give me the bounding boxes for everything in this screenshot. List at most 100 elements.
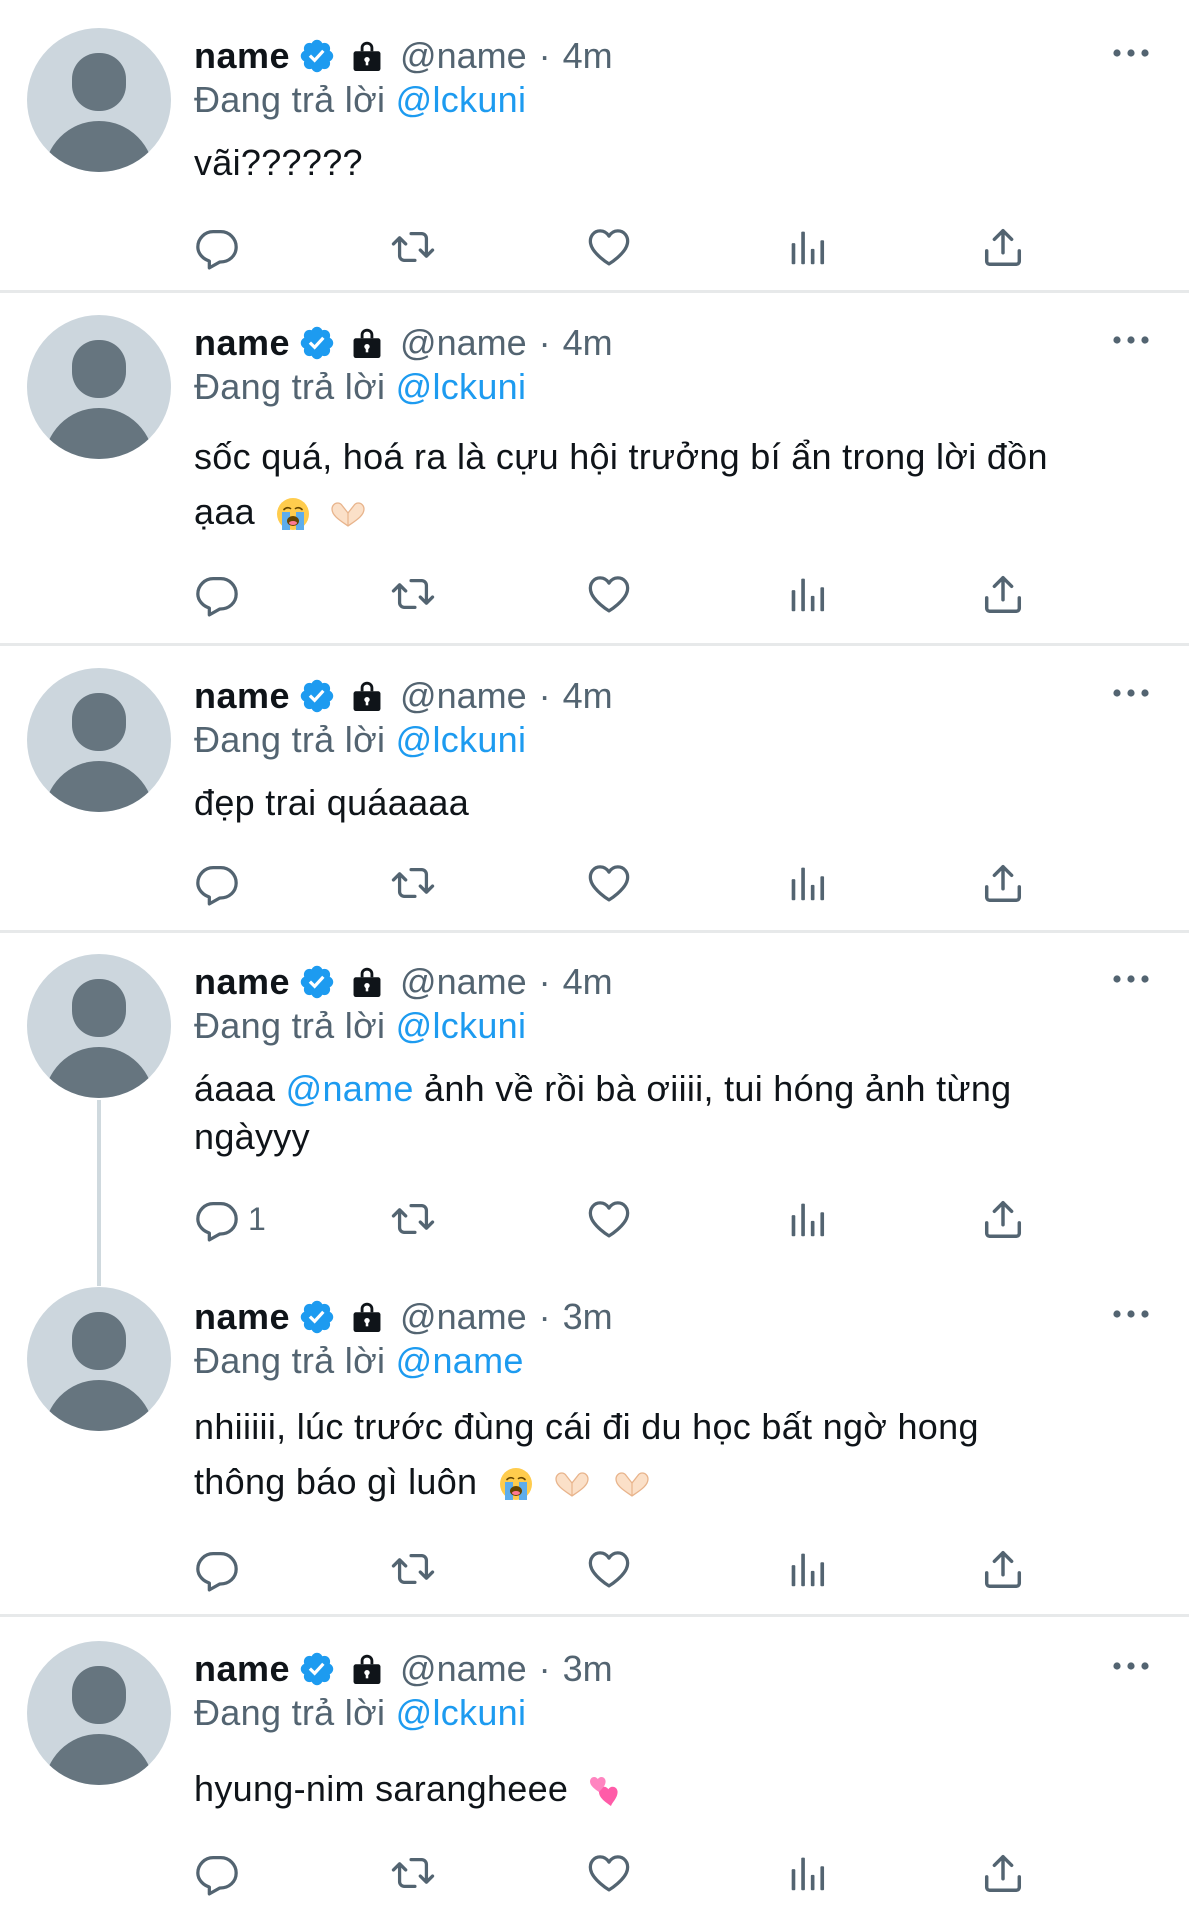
retweet-button[interactable] (390, 1848, 436, 1898)
reply-button[interactable] (194, 1848, 248, 1898)
views-button[interactable] (784, 858, 830, 908)
reply-icon (194, 1196, 240, 1242)
replying-to-mention[interactable]: @name (396, 1340, 524, 1381)
avatar[interactable] (27, 315, 171, 459)
reply-button[interactable] (194, 569, 248, 619)
tweet-text-line-wrap: áaaa @name ảnh về rồi bà ơiiii, tui hóng… (194, 1065, 1154, 1113)
replying-to-mention[interactable]: @lckuni (396, 1005, 527, 1046)
inline-mention[interactable]: @name (286, 1068, 414, 1109)
tweet[interactable]: name @name · 3m Đang trả lời @lckuni hyu… (0, 1617, 1189, 1920)
replying-to: Đang trả lời @lckuni (194, 1004, 526, 1048)
tweet[interactable]: name @name · 4m Đang trả lời @lckuni đẹp… (0, 646, 1189, 930)
timestamp[interactable]: 3m (563, 1647, 613, 1691)
retweet-icon (390, 1546, 436, 1592)
tweet-header: name @name · 4m (194, 674, 613, 718)
tweet[interactable]: name @name · 4m Đang trả lời @lckuni sốc… (0, 293, 1189, 643)
more-options-icon[interactable] (1111, 330, 1151, 350)
tweet-text-line: ảnh về rồi bà ơiiii, tui hóng ảnh từng (424, 1068, 1012, 1109)
handle[interactable]: @name (400, 321, 527, 365)
replying-to-mention[interactable]: @lckuni (396, 79, 527, 120)
handle[interactable]: @name (400, 34, 527, 78)
tweet[interactable]: name @name · 4m Đang trả lời @lckuni áaa… (0, 933, 1189, 1273)
share-button[interactable] (980, 569, 1026, 619)
views-bar-chart-icon (784, 1196, 830, 1242)
timestamp[interactable]: 4m (563, 960, 613, 1004)
more-options-icon[interactable] (1111, 1304, 1151, 1324)
tweet-text: đẹp trai quáaaaa (194, 778, 1154, 828)
handle[interactable]: @name (400, 1295, 527, 1339)
verified-badge-icon (298, 324, 336, 362)
replying-label: Đang trả lời (194, 1340, 386, 1381)
display-name[interactable]: name (194, 34, 290, 78)
avatar[interactable] (27, 668, 171, 812)
replying-to: Đang trả lời @lckuni (194, 78, 526, 122)
reply-button[interactable]: 1 (194, 1194, 266, 1244)
verified-badge-icon (298, 37, 336, 75)
timestamp[interactable]: 3m (563, 1295, 613, 1339)
more-options-icon[interactable] (1111, 969, 1151, 989)
two-hearts-emoji (585, 1773, 625, 1809)
views-button[interactable] (784, 1848, 830, 1898)
replying-label: Đang trả lời (194, 1005, 386, 1046)
separator: · (538, 961, 551, 1002)
share-button[interactable] (980, 858, 1026, 908)
share-button[interactable] (980, 1544, 1026, 1594)
like-button[interactable] (586, 1544, 632, 1594)
retweet-button[interactable] (390, 1544, 436, 1594)
views-button[interactable] (784, 1194, 830, 1244)
avatar[interactable] (27, 1287, 171, 1431)
share-upload-icon (980, 224, 1026, 270)
timestamp[interactable]: 4m (563, 674, 613, 718)
share-button[interactable] (980, 222, 1026, 272)
avatar[interactable] (27, 954, 171, 1098)
handle[interactable]: @name (400, 960, 527, 1004)
lock-icon (348, 37, 386, 75)
tweet[interactable]: name @name · 4m Đang trả lời @lckuni vãi… (0, 0, 1189, 290)
retweet-button[interactable] (390, 1194, 436, 1244)
replying-label: Đang trả lời (194, 719, 386, 760)
retweet-button[interactable] (390, 222, 436, 272)
display-name[interactable]: name (194, 1295, 290, 1339)
tweet-header: name @name · 4m (194, 960, 613, 1004)
replying-to-mention[interactable]: @lckuni (396, 719, 527, 760)
timestamp[interactable]: 4m (563, 321, 613, 365)
like-button[interactable] (586, 569, 632, 619)
replying-to-mention[interactable]: @lckuni (396, 366, 527, 407)
retweet-button[interactable] (390, 858, 436, 908)
more-options-icon[interactable] (1111, 683, 1151, 703)
display-name[interactable]: name (194, 321, 290, 365)
share-upload-icon (980, 860, 1026, 906)
views-button[interactable] (784, 222, 830, 272)
like-button[interactable] (586, 1194, 632, 1244)
views-button[interactable] (784, 569, 830, 619)
reply-button[interactable] (194, 858, 248, 908)
handle[interactable]: @name (400, 1647, 527, 1691)
more-options-icon[interactable] (1111, 43, 1151, 63)
display-name[interactable]: name (194, 674, 290, 718)
like-button[interactable] (586, 1848, 632, 1898)
avatar[interactable] (27, 28, 171, 172)
share-button[interactable] (980, 1194, 1026, 1244)
retweet-button[interactable] (390, 569, 436, 619)
tweet-header: name @name · 4m (194, 321, 613, 365)
handle[interactable]: @name (400, 674, 527, 718)
heart-hands-emoji (612, 1469, 652, 1499)
lock-icon (348, 1298, 386, 1336)
tweet-text: vãi?????? (194, 138, 1154, 188)
reply-button[interactable] (194, 1544, 248, 1594)
replying-to: Đang trả lời @lckuni (194, 1691, 526, 1735)
tweet[interactable]: name @name · 3m Đang trả lời @name nhiii… (0, 1273, 1189, 1614)
replying-to-mention[interactable]: @lckuni (396, 1692, 527, 1733)
share-button[interactable] (980, 1848, 1026, 1898)
reply-button[interactable] (194, 222, 248, 272)
display-name[interactable]: name (194, 1647, 290, 1691)
more-options-icon[interactable] (1111, 1656, 1151, 1676)
retweet-icon (390, 1850, 436, 1896)
views-button[interactable] (784, 1544, 830, 1594)
like-button[interactable] (586, 222, 632, 272)
display-name[interactable]: name (194, 960, 290, 1004)
avatar[interactable] (27, 1641, 171, 1785)
like-button[interactable] (586, 858, 632, 908)
timestamp[interactable]: 4m (563, 34, 613, 78)
views-bar-chart-icon (784, 860, 830, 906)
